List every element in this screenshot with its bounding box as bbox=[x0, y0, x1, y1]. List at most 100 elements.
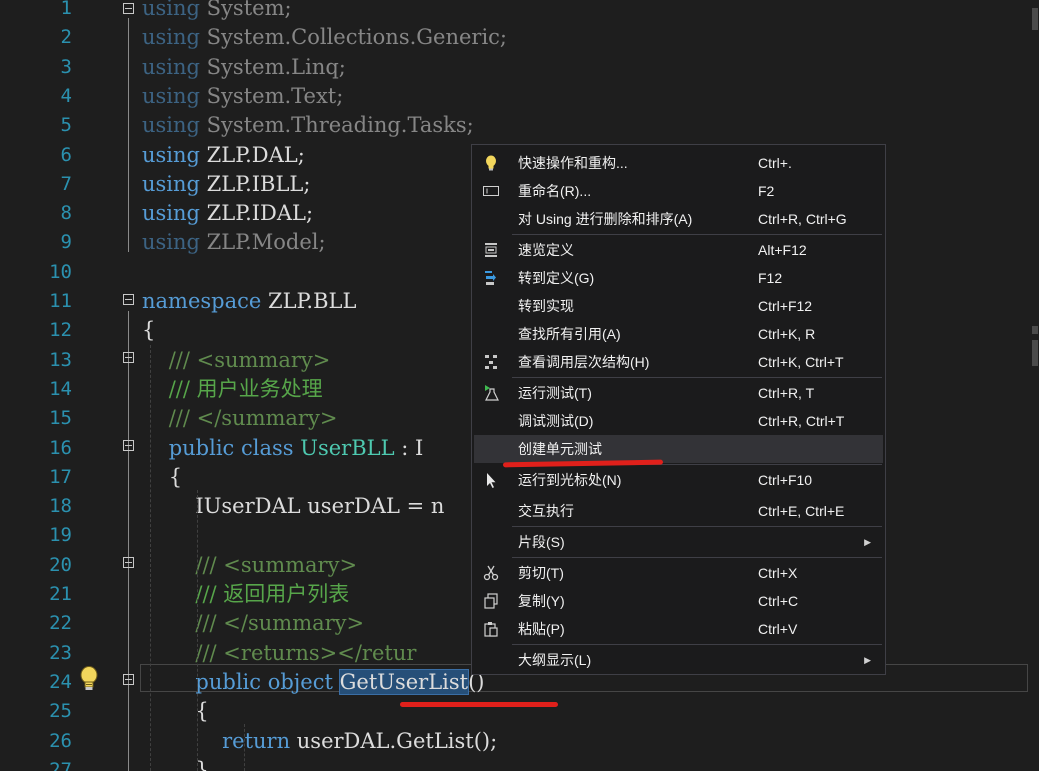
code-text[interactable]: using System.Text; bbox=[142, 82, 343, 111]
menu-item[interactable]: 运行测试(T) Ctrl+R, T bbox=[474, 379, 883, 407]
menu-item-shortcut: F12 bbox=[758, 270, 783, 286]
code-text[interactable]: using System; bbox=[142, 0, 292, 23]
collapse-icon[interactable] bbox=[123, 440, 134, 451]
menu-item-label: 运行测试(T) bbox=[518, 385, 592, 401]
code-line[interactable]: 2 using System.Collections.Generic; bbox=[0, 23, 1029, 52]
menu-separator bbox=[512, 644, 882, 645]
menu-item[interactable]: 重命名(R)... F2 bbox=[474, 177, 883, 205]
menu-item-label: 创建单元测试 bbox=[518, 441, 602, 457]
code-line[interactable]: 1 using System; bbox=[0, 0, 1029, 23]
collapse-icon[interactable] bbox=[123, 294, 134, 305]
outline-bar bbox=[128, 18, 129, 252]
menu-item[interactable]: 转到定义(G) F12 bbox=[474, 264, 883, 292]
code-text[interactable]: using ZLP.DAL; bbox=[142, 141, 305, 170]
code-line[interactable]: 26 return userDAL.GetList(); bbox=[0, 727, 1029, 756]
menu-item[interactable]: 调试测试(D) Ctrl+R, Ctrl+T bbox=[474, 407, 883, 435]
collapse-icon[interactable] bbox=[123, 674, 134, 685]
menu-item[interactable]: 创建单元测试 bbox=[474, 435, 883, 463]
vertical-scrollbar[interactable] bbox=[1029, 0, 1039, 771]
code-text[interactable]: using ZLP.IDAL; bbox=[142, 199, 313, 228]
code-line[interactable]: 5 using System.Threading.Tasks; bbox=[0, 111, 1029, 140]
code-token: /// 返回用户列表 bbox=[142, 582, 350, 606]
menu-item[interactable]: 转到实现 Ctrl+F12 bbox=[474, 292, 883, 320]
code-token: ZLP.Model; bbox=[200, 230, 326, 255]
menu-item-shortcut: Ctrl+F12 bbox=[758, 298, 813, 314]
code-text[interactable]: /// <summary> bbox=[142, 346, 331, 375]
menu-item-label: 转到定义(G) bbox=[518, 270, 595, 286]
code-text[interactable]: using System.Threading.Tasks; bbox=[142, 111, 474, 140]
menu-item-shortcut: Ctrl+R, T bbox=[758, 385, 815, 401]
collapse-icon[interactable] bbox=[123, 352, 134, 363]
line-number: 23 bbox=[49, 641, 72, 664]
code-token: public bbox=[168, 435, 235, 460]
menu-item-label: 重命名(R)... bbox=[518, 183, 592, 199]
code-token: System.Threading.Tasks; bbox=[200, 113, 474, 138]
menu-item[interactable]: 交互执行 Ctrl+E, Ctrl+E bbox=[474, 497, 883, 525]
menu-item-label: 转到实现 bbox=[518, 298, 574, 314]
line-number: 22 bbox=[49, 612, 72, 635]
menu-item[interactable]: 查看调用层次结构(H) Ctrl+K, Ctrl+T bbox=[474, 348, 883, 376]
indent-guide bbox=[244, 724, 245, 771]
code-line[interactable]: 27 } bbox=[0, 756, 1029, 771]
code-token: using bbox=[142, 113, 200, 138]
code-text[interactable]: using System.Linq; bbox=[142, 53, 346, 82]
run-tests-icon bbox=[482, 384, 500, 402]
code-text[interactable]: public class UserBLL : I bbox=[142, 434, 424, 463]
code-token: : I bbox=[394, 435, 424, 460]
code-text[interactable]: /// 用户业务处理 bbox=[142, 375, 323, 404]
code-token: { bbox=[142, 699, 209, 724]
menu-item[interactable]: 快速操作和重构... Ctrl+. bbox=[474, 149, 883, 177]
code-text[interactable]: } bbox=[142, 756, 208, 771]
code-token: using bbox=[142, 25, 200, 50]
collapse-icon[interactable] bbox=[123, 3, 134, 14]
code-text[interactable]: public object GetUserList() bbox=[142, 668, 484, 697]
code-token: using bbox=[142, 54, 200, 79]
code-text[interactable]: /// 返回用户列表 bbox=[142, 580, 349, 609]
line-number: 1 bbox=[60, 0, 72, 19]
code-text[interactable]: { bbox=[142, 463, 182, 492]
code-text[interactable]: using ZLP.IBLL; bbox=[142, 170, 310, 199]
code-text[interactable]: /// </summary> bbox=[142, 609, 364, 638]
menu-item[interactable]: 运行到光标处(N) Ctrl+F10 bbox=[474, 466, 883, 494]
code-line[interactable]: 4 using System.Text; bbox=[0, 82, 1029, 111]
menu-item[interactable]: 粘贴(P) Ctrl+V bbox=[474, 615, 883, 643]
menu-item[interactable]: 片段(S) ▶ bbox=[474, 528, 883, 556]
menu-item[interactable]: 剪切(T) Ctrl+X bbox=[474, 559, 883, 587]
menu-item[interactable]: 查找所有引用(A) Ctrl+K, R bbox=[474, 320, 883, 348]
code-text[interactable]: /// </summary> bbox=[142, 404, 338, 433]
menu-item-shortcut: Ctrl+V bbox=[758, 621, 798, 637]
code-text[interactable]: { bbox=[142, 316, 155, 345]
code-line[interactable]: 3 using System.Linq; bbox=[0, 53, 1029, 82]
menu-item-label: 对 Using 进行删除和排序(A) bbox=[518, 211, 693, 227]
menu-item[interactable]: 复制(Y) Ctrl+C bbox=[474, 587, 883, 615]
code-text[interactable]: return userDAL.GetList(); bbox=[142, 727, 497, 756]
menu-item[interactable]: 大纲显示(L) ▶ bbox=[474, 646, 883, 674]
code-text[interactable]: using System.Collections.Generic; bbox=[142, 23, 507, 52]
code-token: using bbox=[142, 83, 200, 108]
menu-item[interactable]: 对 Using 进行删除和排序(A) Ctrl+R, Ctrl+G bbox=[474, 205, 883, 233]
code-token: using bbox=[142, 0, 200, 20]
code-token: System.Collections.Generic; bbox=[200, 25, 508, 50]
menu-item[interactable]: 速览定义 Alt+F12 bbox=[474, 236, 883, 264]
code-text[interactable]: /// <summary> bbox=[142, 551, 357, 580]
line-number: 26 bbox=[49, 729, 72, 752]
call-hierarchy-icon bbox=[482, 353, 500, 371]
code-token: using bbox=[142, 142, 200, 167]
code-text[interactable]: namespace ZLP.BLL bbox=[142, 287, 356, 316]
code-text[interactable]: { bbox=[142, 697, 209, 726]
code-token: object bbox=[267, 669, 333, 694]
line-number: 25 bbox=[49, 700, 72, 723]
menu-item-label: 大纲显示(L) bbox=[518, 652, 592, 668]
collapse-icon[interactable] bbox=[123, 557, 134, 568]
menu-item-label: 交互执行 bbox=[518, 503, 574, 519]
code-text[interactable]: using ZLP.Model; bbox=[142, 228, 326, 257]
copy-icon bbox=[482, 592, 500, 610]
line-number: 7 bbox=[60, 172, 72, 195]
code-text[interactable]: /// <returns></retur bbox=[142, 639, 416, 668]
menu-item-shortcut: Ctrl+X bbox=[758, 565, 798, 581]
lightbulb-icon[interactable] bbox=[78, 665, 100, 693]
code-token: /// <summary> bbox=[142, 552, 358, 577]
code-token: using bbox=[142, 171, 200, 196]
code-text[interactable]: IUserDAL userDAL = n bbox=[142, 492, 444, 521]
